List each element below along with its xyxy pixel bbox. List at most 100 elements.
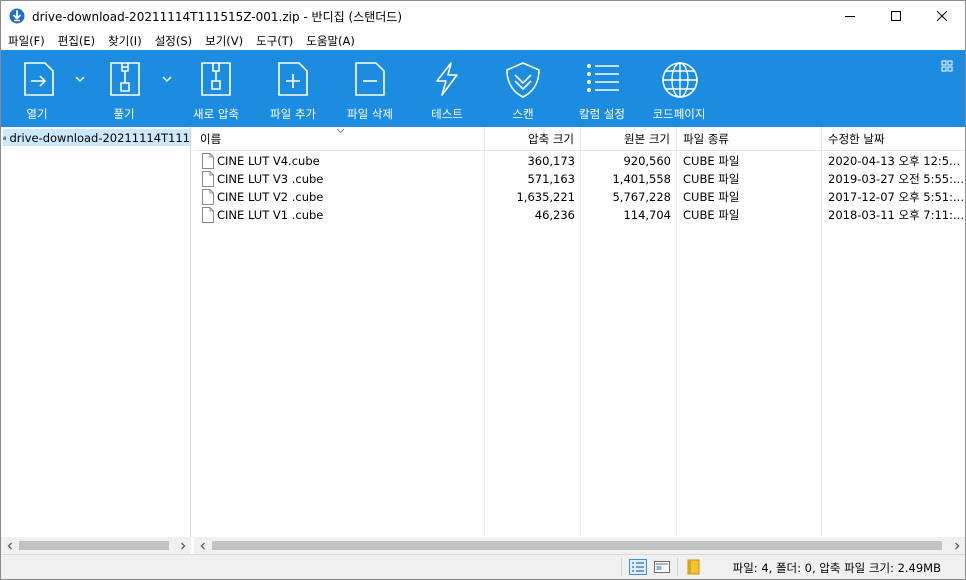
lightning-icon <box>436 62 458 96</box>
list-horizontal-scrollbar[interactable] <box>194 537 965 554</box>
close-button[interactable] <box>919 1 965 31</box>
new-archive-button[interactable]: 새로 압축 <box>188 50 248 127</box>
extract-label: 풀기 <box>113 107 135 121</box>
tree-root-archive[interactable]: ZIP drive-download-20211114T111 <box>3 129 190 146</box>
menu-view[interactable]: 보기(V) <box>198 33 249 49</box>
layout-toggle-icon[interactable] <box>941 60 953 72</box>
cell-original-size: 5,767,228 <box>612 190 671 204</box>
scroll-right-arrow[interactable] <box>948 537 965 554</box>
menu-bar: 파일(F) 편집(E) 찾기(I) 설정(S) 보기(V) 도구(T) 도움말(… <box>1 31 965 50</box>
cell-original-size: 114,704 <box>623 208 671 222</box>
codepage-button[interactable]: 코드페이지 <box>649 50 713 127</box>
column-header-original-size[interactable]: 원본 크기 <box>581 127 677 151</box>
details-view-icon[interactable] <box>629 559 647 575</box>
menu-tools[interactable]: 도구(T) <box>249 33 299 49</box>
column-settings-button[interactable]: 칼럼 설정 <box>571 50 635 127</box>
chevron-right-icon <box>954 542 959 549</box>
delete-file-label: 파일 삭제 <box>347 107 393 121</box>
menu-file[interactable]: 파일(F) <box>1 33 51 49</box>
cell-file-type: CUBE 파일 <box>683 154 740 168</box>
open-label: 열기 <box>26 107 48 121</box>
status-bar: 파일: 4, 폴더: 0, 압축 파일 크기: 2.49MB <box>1 554 965 579</box>
table-row[interactable]: CINE LUT V1 .cube 46,236 114,704 CUBE 파일… <box>194 206 965 224</box>
cell-modified-date: 2020-04-13 오후 12:5... <box>828 154 961 168</box>
file-list[interactable]: 이름 압축 크기 원본 크기 파일 종류 수정한 날짜 CINE LUT V4.… <box>194 127 965 537</box>
table-row[interactable]: CINE LUT V4.cube 360,173 920,560 CUBE 파일… <box>194 152 965 170</box>
column-header-file-type[interactable]: 파일 종류 <box>677 127 822 151</box>
test-button[interactable]: 테스트 <box>419 50 475 127</box>
cell-name: CINE LUT V1 .cube <box>217 208 324 222</box>
extract-zipper-icon <box>110 62 140 96</box>
zip-archive-icon: ZIP <box>3 135 7 140</box>
new-archive-icon <box>201 62 231 96</box>
cell-modified-date: 2017-12-07 오후 5:51:... <box>828 190 964 204</box>
scroll-thumb[interactable] <box>19 541 169 550</box>
column-header-compressed-size[interactable]: 압축 크기 <box>485 127 581 151</box>
folder-tree-pane[interactable]: ZIP drive-download-20211114T111 <box>1 127 191 537</box>
cell-name: CINE LUT V4.cube <box>217 154 320 168</box>
list-view-icon[interactable] <box>653 559 671 575</box>
cell-file-type: CUBE 파일 <box>683 208 740 222</box>
title-bar[interactable]: drive-download-20211114T111515Z-001.zip … <box>1 1 965 31</box>
minimize-button[interactable] <box>827 1 873 31</box>
open-button[interactable]: 열기 <box>11 50 67 127</box>
open-dropdown-arrow-icon[interactable] <box>75 75 85 83</box>
minimize-icon <box>845 16 855 17</box>
scroll-thumb[interactable] <box>212 541 942 550</box>
app-window: drive-download-20211114T111515Z-001.zip … <box>0 0 966 580</box>
cell-modified-date: 2019-03-27 오전 5:55:... <box>828 172 964 186</box>
extract-dropdown-arrow-icon[interactable] <box>162 75 172 83</box>
cell-original-size: 1,401,558 <box>612 172 671 186</box>
status-separator <box>677 558 678 576</box>
cell-compressed-size: 360,173 <box>527 154 575 168</box>
close-icon <box>937 11 947 21</box>
test-label: 테스트 <box>431 107 463 121</box>
shield-icon <box>506 62 540 98</box>
add-file-button[interactable]: 파일 추가 <box>263 50 323 127</box>
toolbar: 열기 풀기 새로 압축 파일 추가 파일 삭제 테스트 스캔 칼럼 설정 코드페… <box>1 50 965 127</box>
new-archive-label: 새로 압축 <box>193 107 239 121</box>
menu-edit[interactable]: 편집(E) <box>51 33 101 49</box>
cell-file-type: CUBE 파일 <box>683 172 740 186</box>
cell-file-type: CUBE 파일 <box>683 190 740 204</box>
list-header: 이름 압축 크기 원본 크기 파일 종류 수정한 날짜 <box>194 127 965 151</box>
scroll-left-arrow[interactable] <box>1 537 18 554</box>
maximize-icon <box>891 11 901 21</box>
table-row[interactable]: CINE LUT V2 .cube 1,635,221 5,767,228 CU… <box>194 188 965 206</box>
status-separator <box>621 558 622 576</box>
list-columns-icon <box>587 64 619 92</box>
sort-chevron-icon <box>336 128 345 134</box>
add-file-icon <box>278 62 308 96</box>
cell-compressed-size: 571,163 <box>527 172 575 186</box>
bandizip-app-icon <box>9 8 25 24</box>
extract-button[interactable]: 풀기 <box>97 50 153 127</box>
tree-horizontal-scrollbar[interactable] <box>1 537 191 554</box>
codepage-label: 코드페이지 <box>652 107 706 121</box>
add-file-label: 파일 추가 <box>270 107 316 121</box>
menu-help[interactable]: 도움말(A) <box>299 33 361 49</box>
menu-find[interactable]: 찾기(I) <box>101 33 148 49</box>
table-row[interactable]: CINE LUT V3 .cube 571,163 1,401,558 CUBE… <box>194 170 965 188</box>
cell-name: CINE LUT V2 .cube <box>217 190 324 204</box>
scan-label: 스캔 <box>512 107 534 121</box>
cell-original-size: 920,560 <box>623 154 671 168</box>
chevron-left-icon <box>7 542 12 549</box>
scroll-left-arrow[interactable] <box>194 537 211 554</box>
delete-file-icon <box>355 62 385 96</box>
cell-modified-date: 2018-03-11 오후 7:11:... <box>828 208 964 222</box>
cell-name: CINE LUT V3 .cube <box>217 172 324 186</box>
delete-file-button[interactable]: 파일 삭제 <box>340 50 400 127</box>
scroll-right-arrow[interactable] <box>174 537 191 554</box>
column-settings-label: 칼럼 설정 <box>579 107 625 121</box>
scan-button[interactable]: 스캔 <box>495 50 551 127</box>
archive-book-icon <box>687 559 700 575</box>
cell-compressed-size: 1,635,221 <box>516 190 575 204</box>
maximize-button[interactable] <box>873 1 919 31</box>
cell-compressed-size: 46,236 <box>534 208 575 222</box>
chevron-right-icon <box>180 542 185 549</box>
globe-icon <box>662 62 698 98</box>
column-header-modified-date[interactable]: 수정한 날짜 <box>822 127 965 151</box>
status-summary: 파일: 4, 폴더: 0, 압축 파일 크기: 2.49MB <box>732 561 941 575</box>
open-archive-icon <box>24 62 54 96</box>
menu-settings[interactable]: 설정(S) <box>148 33 198 49</box>
